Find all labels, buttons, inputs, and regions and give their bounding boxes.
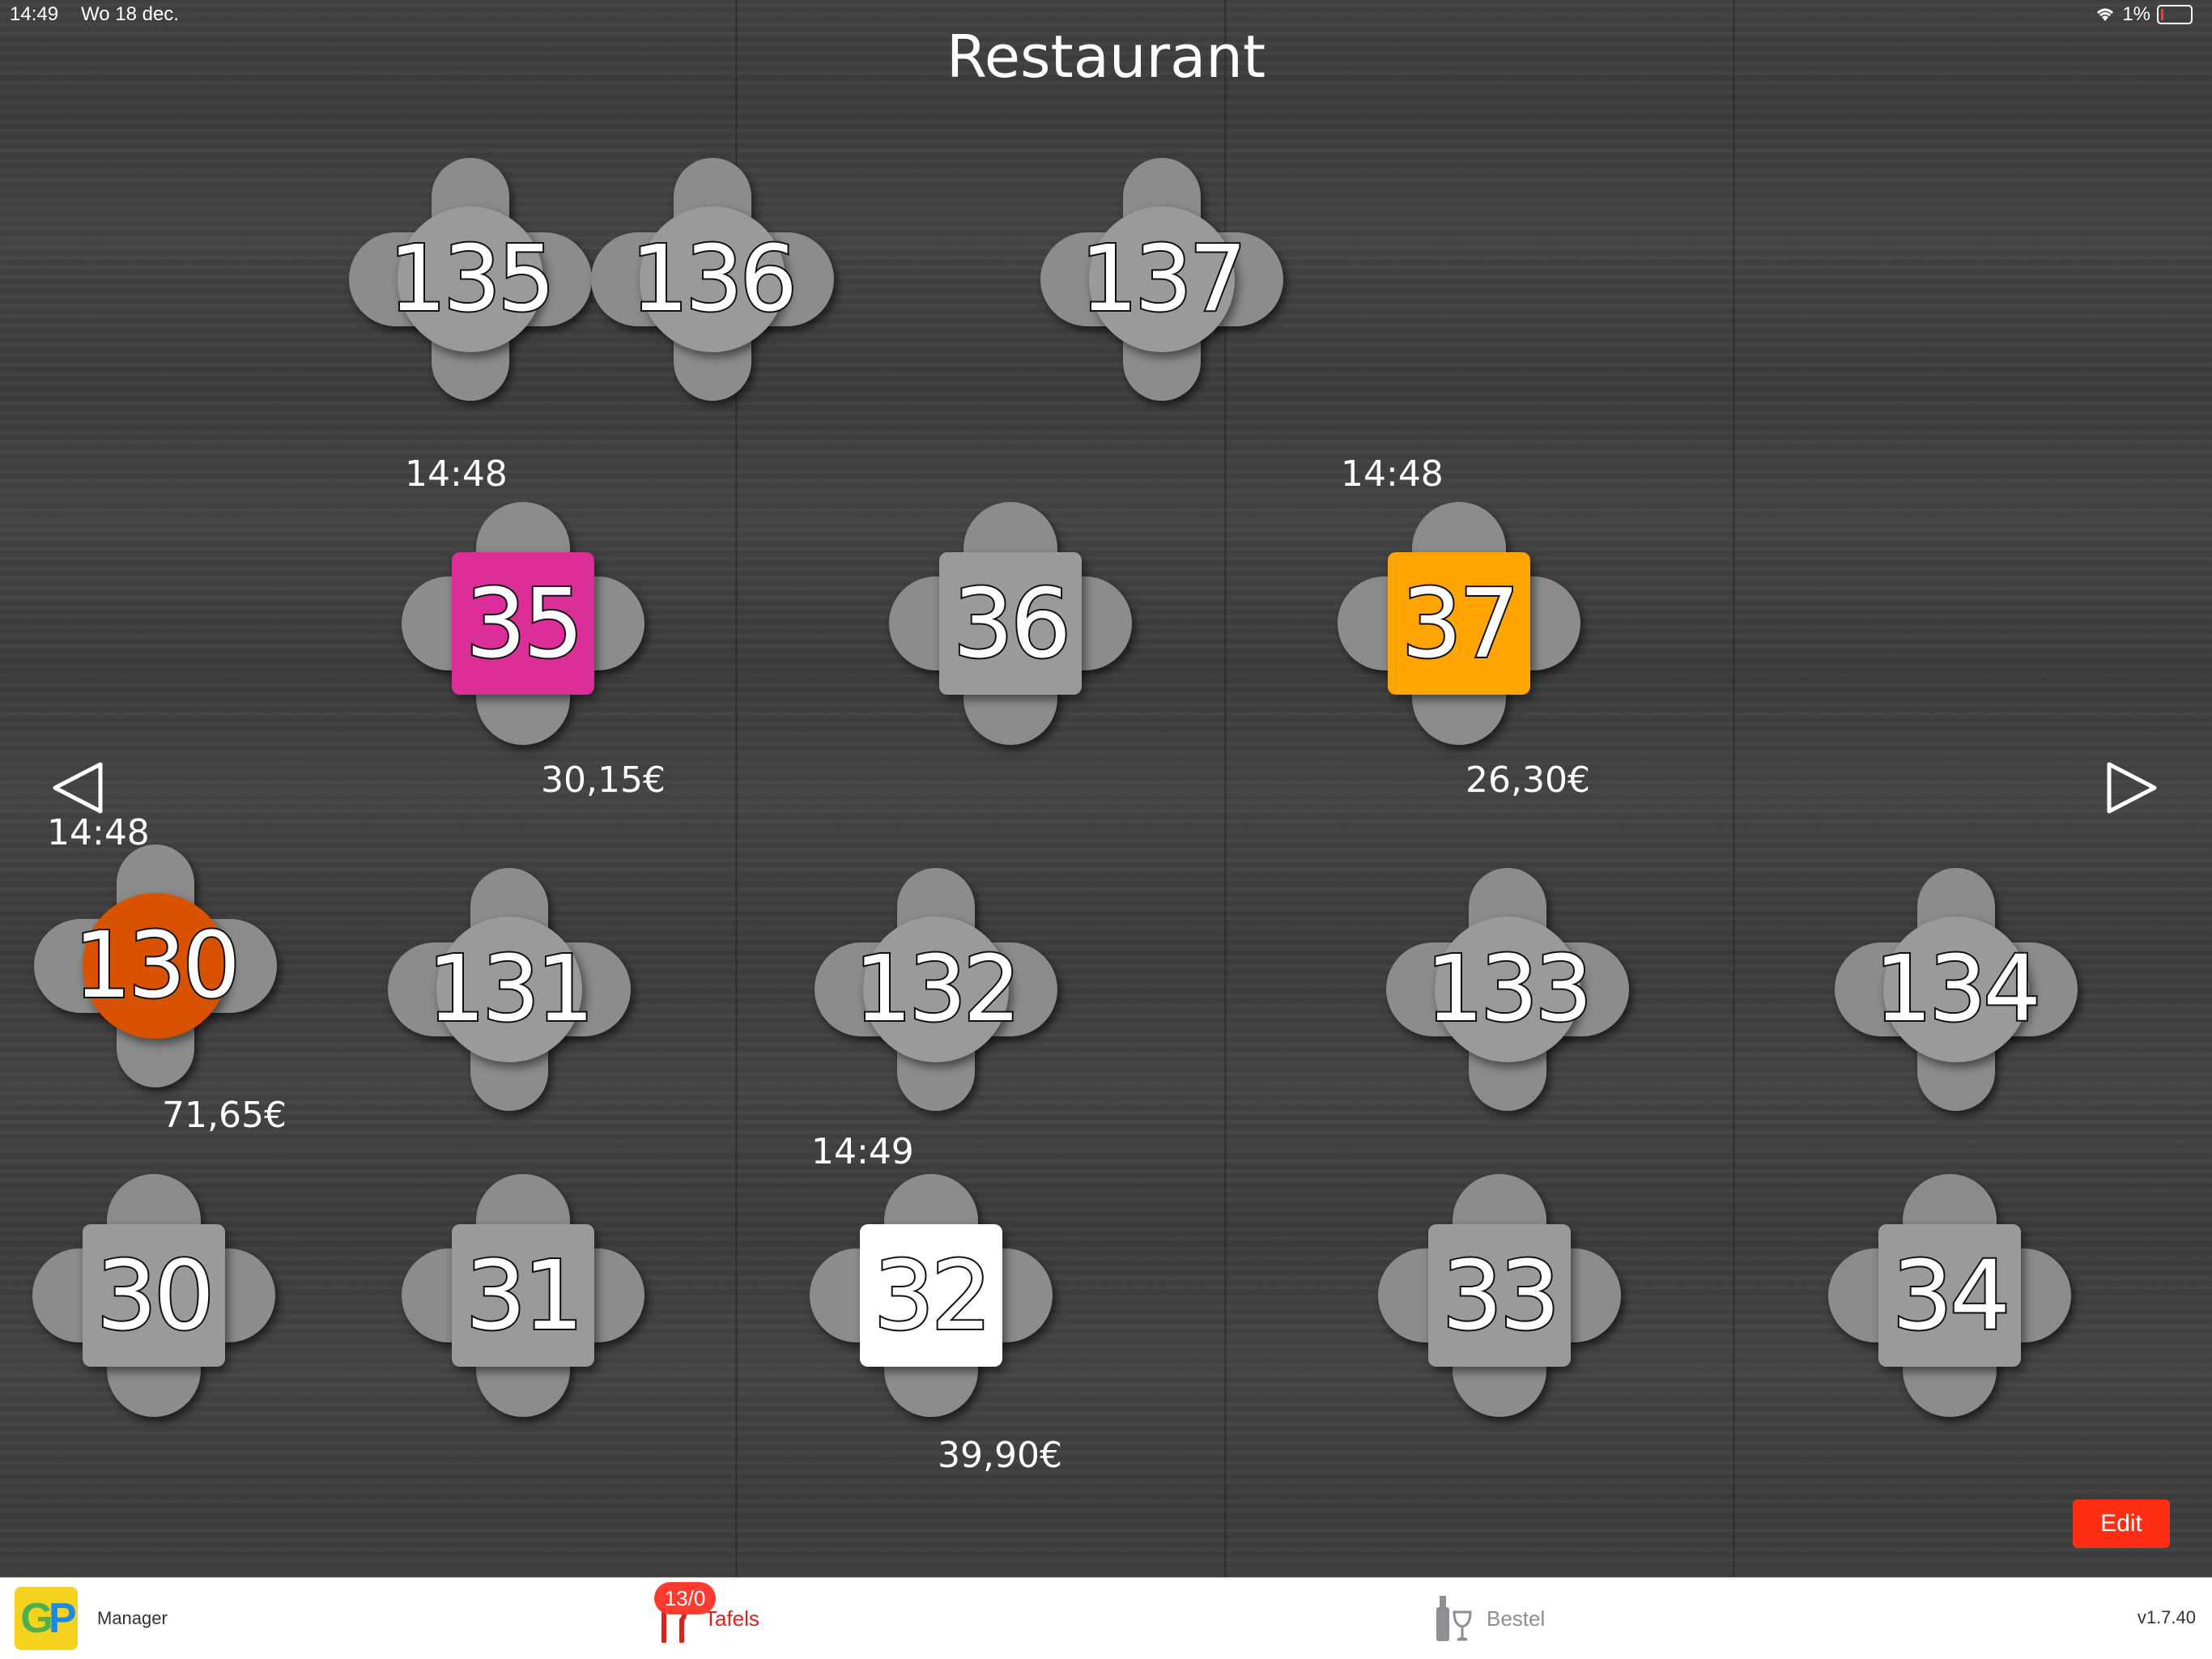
tab-manager[interactable]: GP Manager bbox=[15, 1578, 257, 1659]
table-top: 30 bbox=[83, 1224, 225, 1367]
table-number: 36 bbox=[951, 568, 1073, 679]
table-133[interactable]: 133 bbox=[1386, 868, 1629, 1111]
table-top: 37 bbox=[1388, 552, 1530, 695]
table-number: 135 bbox=[387, 227, 557, 332]
table-135[interactable]: 135 bbox=[349, 158, 592, 401]
gp-logo-icon: GP bbox=[15, 1587, 78, 1650]
table-number: 34 bbox=[1891, 1240, 2012, 1351]
prev-page-arrow-icon[interactable] bbox=[50, 759, 107, 816]
table-top: 32 bbox=[860, 1224, 1002, 1367]
tab-bar: GP Manager Tafels Bestel v1.7.40 bbox=[0, 1577, 2212, 1659]
table-top: 35 bbox=[452, 552, 594, 695]
table-time-label: 14:48 bbox=[47, 812, 150, 853]
table-time-label: 14:49 bbox=[811, 1131, 914, 1172]
table-top: 132 bbox=[853, 917, 1023, 1062]
tafels-badge: 13/0 bbox=[654, 1582, 716, 1614]
table-134[interactable]: 134 bbox=[1835, 868, 2078, 1111]
wood-seam bbox=[1733, 0, 1735, 1577]
table-number: 31 bbox=[464, 1240, 585, 1351]
table-130[interactable]: 130 bbox=[34, 844, 277, 1087]
table-number: 33 bbox=[1440, 1240, 1562, 1351]
table-top: 131 bbox=[426, 917, 596, 1062]
table-time-label: 14:48 bbox=[1341, 453, 1444, 495]
table-top: 130 bbox=[72, 893, 242, 1039]
table-136[interactable]: 136 bbox=[591, 158, 834, 401]
table-top: 135 bbox=[387, 206, 557, 352]
logo-letter-g: G bbox=[20, 1595, 53, 1642]
table-amount-label: 39,90€ bbox=[938, 1435, 1062, 1476]
table-number: 133 bbox=[1424, 937, 1594, 1042]
tab-bestel[interactable]: Bestel bbox=[1435, 1578, 1613, 1659]
table-number: 130 bbox=[72, 913, 242, 1019]
edit-button[interactable]: Edit bbox=[2073, 1499, 2170, 1548]
table-number: 37 bbox=[1400, 568, 1521, 679]
table-top: 133 bbox=[1424, 917, 1594, 1062]
logo-letter-p: P bbox=[48, 1595, 77, 1642]
table-number: 132 bbox=[853, 937, 1023, 1042]
table-top: 134 bbox=[1873, 917, 2043, 1062]
table-amount-label: 26,30€ bbox=[1465, 759, 1590, 801]
table-number: 32 bbox=[872, 1240, 993, 1351]
table-31[interactable]: 31 bbox=[402, 1174, 644, 1417]
table-top: 136 bbox=[629, 206, 799, 352]
table-number: 137 bbox=[1078, 227, 1249, 332]
table-36[interactable]: 36 bbox=[889, 502, 1132, 745]
table-32[interactable]: 32 bbox=[810, 1174, 1053, 1417]
table-number: 35 bbox=[464, 568, 585, 679]
table-top: 137 bbox=[1078, 206, 1249, 352]
tab-bestel-label: Bestel bbox=[1487, 1606, 1546, 1631]
table-top: 34 bbox=[1878, 1224, 2021, 1367]
table-137[interactable]: 137 bbox=[1040, 158, 1283, 401]
tab-manager-label: Manager bbox=[97, 1608, 168, 1628]
table-time-label: 14:48 bbox=[405, 453, 508, 495]
table-top: 31 bbox=[452, 1224, 594, 1367]
table-top: 33 bbox=[1428, 1224, 1571, 1367]
table-30[interactable]: 30 bbox=[32, 1174, 275, 1417]
wifi-icon bbox=[2097, 8, 2114, 21]
table-35[interactable]: 35 bbox=[402, 502, 644, 745]
table-132[interactable]: 132 bbox=[815, 868, 1057, 1111]
table-number: 136 bbox=[629, 227, 799, 332]
table-34[interactable]: 34 bbox=[1828, 1174, 2071, 1417]
bottle-glass-icon bbox=[1436, 1596, 1472, 1641]
version-label: v1.7.40 bbox=[2137, 1607, 2196, 1627]
battery-icon bbox=[2157, 5, 2193, 24]
table-number: 131 bbox=[426, 937, 596, 1042]
table-amount-label: 30,15€ bbox=[541, 759, 666, 801]
table-37[interactable]: 37 bbox=[1338, 502, 1580, 745]
table-number: 134 bbox=[1873, 937, 2043, 1042]
page-title: Restaurant bbox=[946, 23, 1266, 91]
table-number: 30 bbox=[95, 1240, 216, 1351]
next-page-arrow-icon[interactable] bbox=[2103, 759, 2159, 816]
table-33[interactable]: 33 bbox=[1378, 1174, 1621, 1417]
table-top: 36 bbox=[939, 552, 1082, 695]
tab-tafels-label: Tafels bbox=[704, 1606, 759, 1631]
table-amount-label: 71,65€ bbox=[162, 1095, 287, 1136]
table-131[interactable]: 131 bbox=[388, 868, 631, 1111]
